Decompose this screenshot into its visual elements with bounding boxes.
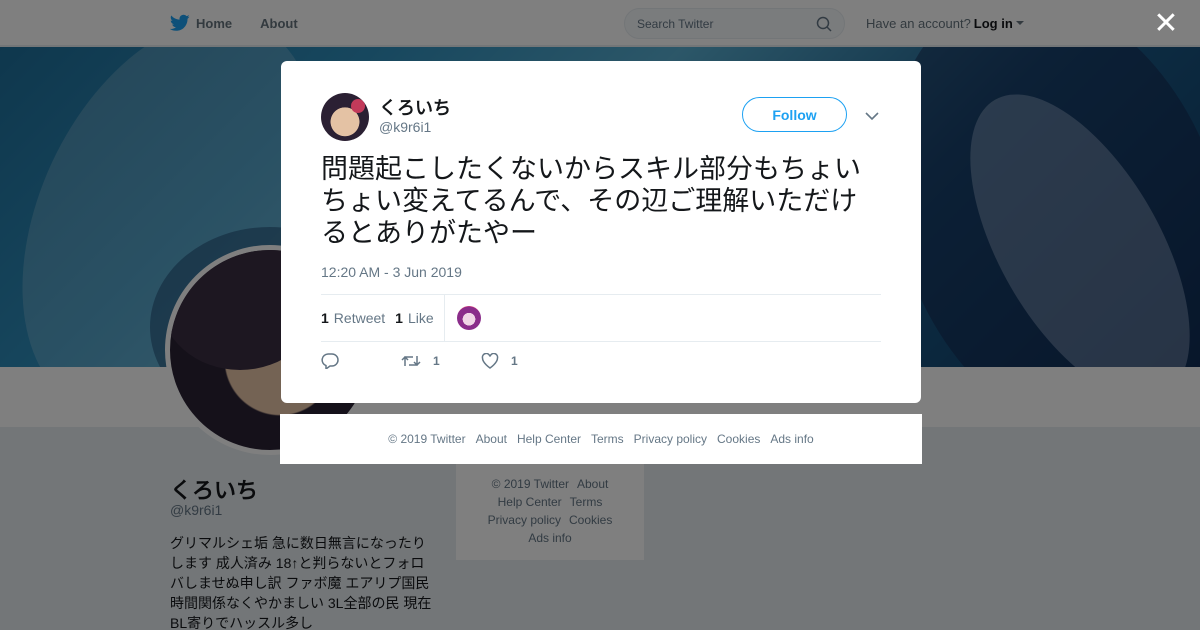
footer-terms[interactable]: Terms xyxy=(591,432,624,446)
heart-icon[interactable] xyxy=(481,353,499,369)
footer-copyright: © 2019 Twitter xyxy=(388,432,466,446)
like-action[interactable]: 1 xyxy=(481,353,518,369)
tweet-author-name[interactable]: くろいち xyxy=(379,94,451,120)
like-action-count: 1 xyxy=(511,354,518,368)
footer-privacy[interactable]: Privacy policy xyxy=(634,432,707,446)
tweet-timestamp[interactable]: 12:20 AM - 3 Jun 2019 xyxy=(321,264,462,280)
reply-action[interactable] xyxy=(321,353,401,369)
retweet-stat-label: Retweet xyxy=(333,310,386,326)
footer-help[interactable]: Help Center xyxy=(517,432,581,446)
like-stat-count: 1 xyxy=(395,310,403,326)
close-icon[interactable]: ✕ xyxy=(1152,9,1180,39)
liker-avatar[interactable] xyxy=(456,306,481,330)
tweet-stats: 1 Retweet 1 Like xyxy=(321,294,881,342)
tweet-actions: 1 1 xyxy=(321,353,518,369)
tweet-modal: くろいち @k9r6i1 Follow 問題起こしたくないからスキル部分もちょい… xyxy=(281,61,921,403)
retweet-action[interactable]: 1 xyxy=(401,353,481,369)
footer-ads[interactable]: Ads info xyxy=(770,432,813,446)
chevron-down-icon[interactable] xyxy=(865,111,879,121)
follow-button[interactable]: Follow xyxy=(742,97,847,132)
retweet-stat-count: 1 xyxy=(321,310,329,326)
retweet-stat[interactable]: 1 Retweet xyxy=(321,310,385,326)
like-stat-label: Like xyxy=(407,310,434,326)
retweet-icon[interactable] xyxy=(401,353,421,369)
retweet-action-count: 1 xyxy=(433,354,440,368)
tweet-author-avatar[interactable] xyxy=(321,93,369,141)
tweet-author-handle[interactable]: @k9r6i1 xyxy=(379,119,431,135)
footer-about[interactable]: About xyxy=(476,432,507,446)
tweet-text: 問題起こしたくないからスキル部分もちょいちょい変えてるんで、その辺ご理解いただけ… xyxy=(321,154,861,248)
modal-footer: © 2019 Twitter About Help Center Terms P… xyxy=(280,414,922,464)
stats-divider xyxy=(443,294,445,342)
footer-cookies[interactable]: Cookies xyxy=(717,432,760,446)
reply-icon[interactable] xyxy=(321,353,339,369)
like-stat[interactable]: 1 Like xyxy=(395,310,433,326)
